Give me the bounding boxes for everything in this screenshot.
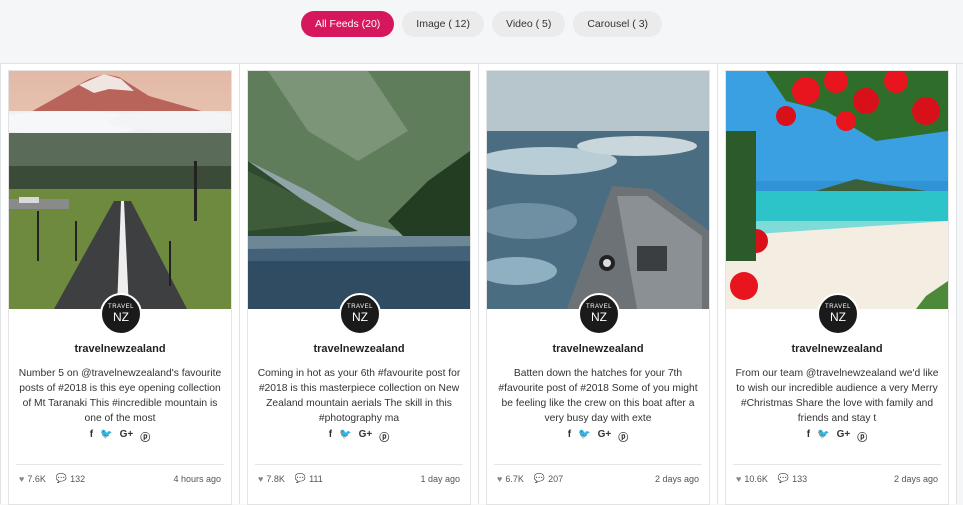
- facebook-icon[interactable]: f: [568, 429, 571, 444]
- avatar[interactable]: TRAVEL NZ: [339, 293, 381, 335]
- username[interactable]: travelnewzealand: [487, 343, 709, 355]
- filter-all-feeds[interactable]: All Feeds (20): [300, 11, 395, 37]
- twitter-icon[interactable]: 🐦: [100, 429, 112, 444]
- post-time: 2 days ago: [654, 473, 699, 484]
- comment-icon: 💬: [777, 473, 790, 483]
- share-icons: f 🐦 G+ ⓟ: [726, 429, 948, 444]
- post-time: 2 days ago: [893, 473, 938, 484]
- post-time: 4 hours ago: [173, 473, 221, 484]
- card-divider: [16, 464, 224, 465]
- card-divider: [494, 464, 702, 465]
- twitter-icon[interactable]: 🐦: [339, 429, 351, 444]
- heart-icon: ♥: [19, 473, 25, 484]
- avatar[interactable]: TRAVEL NZ: [578, 293, 620, 335]
- post-meta: ♥ 6.7K 💬 207 2 days ago: [497, 473, 699, 484]
- twitter-icon[interactable]: 🐦: [578, 429, 590, 444]
- post-caption: Coming in hot as your 6th #favourite pos…: [257, 368, 461, 424]
- post-image-mountain-road[interactable]: [9, 71, 231, 309]
- feed-card-inner: TRAVEL NZ travelnewzealand Coming in hot …: [247, 70, 471, 505]
- post-meta: ♥ 7.6K 💬 132 4 hours ago: [19, 473, 221, 484]
- feed-card: TRAVEL NZ travelnewzealand Number 5 on @t…: [0, 64, 240, 505]
- post-caption: Batten down the hatches for your 7th #fa…: [498, 368, 698, 424]
- heart-icon: ♥: [736, 473, 742, 484]
- feed-card: TRAVEL NZ travelnewzealand Coming in hot …: [239, 64, 479, 505]
- google-plus-icon[interactable]: G+: [120, 429, 134, 444]
- comment-count: 207: [548, 473, 564, 484]
- post-meta: ♥ 7.8K 💬 111 1 day ago: [258, 473, 460, 484]
- feed-card: TRAVEL NZ travelnewzealand From our team …: [717, 64, 957, 505]
- feed-card-inner: TRAVEL NZ travelnewzealand Batten down th…: [486, 70, 710, 505]
- filter-video[interactable]: Video ( 5): [492, 11, 566, 37]
- feed-filter-bar: All Feeds (20) Image ( 12) Video ( 5) Ca…: [0, 11, 963, 37]
- facebook-icon[interactable]: f: [90, 429, 93, 444]
- comment-count: 133: [792, 473, 808, 484]
- filter-carousel[interactable]: Carousel ( 3): [573, 11, 663, 37]
- pinterest-icon[interactable]: ⓟ: [857, 429, 867, 444]
- share-icons: f 🐦 G+ ⓟ: [487, 429, 709, 444]
- post-caption: From our team @travelnewzealand we'd lik…: [735, 368, 939, 424]
- username[interactable]: travelnewzealand: [248, 343, 470, 355]
- share-icons: f 🐦 G+ ⓟ: [9, 429, 231, 444]
- post-meta: ♥ 10.6K 💬 133 2 days ago: [736, 473, 938, 484]
- feed-card: TRAVEL NZ travelnewzealand Batten down th…: [478, 64, 718, 505]
- feed-card-inner: TRAVEL NZ travelnewzealand Number 5 on @t…: [8, 70, 232, 505]
- heart-icon: ♥: [258, 473, 264, 484]
- comment-count: 111: [309, 473, 323, 484]
- filter-image[interactable]: Image ( 12): [402, 11, 484, 37]
- comment-icon: 💬: [294, 473, 307, 483]
- comment-count: 132: [70, 473, 86, 484]
- like-count: 10.6K: [744, 473, 768, 484]
- avatar-line2: NZ: [830, 310, 846, 324]
- heart-icon: ♥: [497, 473, 503, 484]
- post-image-beach-pohutukawa[interactable]: [726, 71, 948, 309]
- post-time: 1 day ago: [420, 473, 460, 484]
- feed-card-inner: TRAVEL NZ travelnewzealand From our team …: [725, 70, 949, 505]
- pinterest-icon[interactable]: ⓟ: [379, 429, 389, 444]
- share-icons: f 🐦 G+ ⓟ: [248, 429, 470, 444]
- avatar-line2: NZ: [352, 310, 368, 324]
- like-count: 6.7K: [505, 473, 524, 484]
- like-count: 7.6K: [27, 473, 46, 484]
- post-caption: Number 5 on @travelnewzealand's favourit…: [18, 368, 222, 424]
- google-plus-icon[interactable]: G+: [598, 429, 612, 444]
- facebook-icon[interactable]: f: [807, 429, 810, 444]
- avatar[interactable]: TRAVEL NZ: [817, 293, 859, 335]
- post-image-ship-sea[interactable]: [487, 71, 709, 309]
- like-count: 7.8K: [266, 473, 285, 484]
- twitter-icon[interactable]: 🐦: [817, 429, 829, 444]
- post-image-fjord[interactable]: [248, 71, 470, 309]
- pinterest-icon[interactable]: ⓟ: [618, 429, 628, 444]
- google-plus-icon[interactable]: G+: [837, 429, 851, 444]
- username[interactable]: travelnewzealand: [726, 343, 948, 355]
- comment-icon: 💬: [55, 473, 68, 483]
- comment-icon: 💬: [533, 473, 546, 483]
- card-divider: [255, 464, 463, 465]
- avatar-line2: NZ: [591, 310, 607, 324]
- facebook-icon[interactable]: f: [329, 429, 332, 444]
- avatar[interactable]: TRAVEL NZ: [100, 293, 142, 335]
- pinterest-icon[interactable]: ⓟ: [140, 429, 150, 444]
- username[interactable]: travelnewzealand: [9, 343, 231, 355]
- google-plus-icon[interactable]: G+: [359, 429, 373, 444]
- card-divider: [733, 464, 941, 465]
- avatar-line2: NZ: [113, 310, 129, 324]
